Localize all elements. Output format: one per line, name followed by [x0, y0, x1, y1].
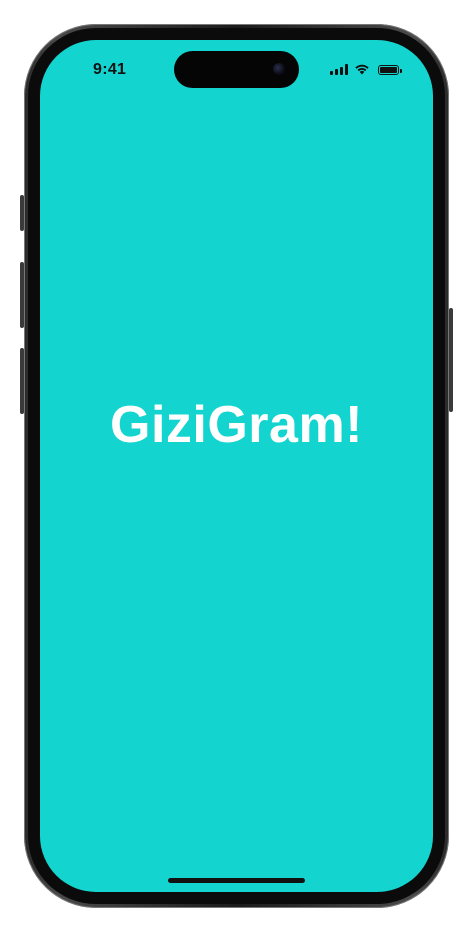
- action-button: [20, 195, 24, 231]
- splash-screen: 9:41 GiziGram!: [40, 40, 433, 892]
- status-icons: [330, 63, 402, 75]
- front-camera-icon: [273, 63, 285, 75]
- cellular-signal-icon: [330, 64, 348, 75]
- app-title: GiziGram!: [110, 396, 363, 454]
- status-time: 9:41: [93, 61, 127, 78]
- power-button: [449, 308, 453, 412]
- home-indicator[interactable]: [168, 878, 305, 883]
- volume-up-button: [20, 262, 24, 328]
- dynamic-island: [174, 51, 299, 88]
- volume-down-button: [20, 348, 24, 414]
- battery-icon: [378, 65, 402, 75]
- wifi-icon: [355, 64, 369, 75]
- status-bar: 9:41: [40, 40, 433, 96]
